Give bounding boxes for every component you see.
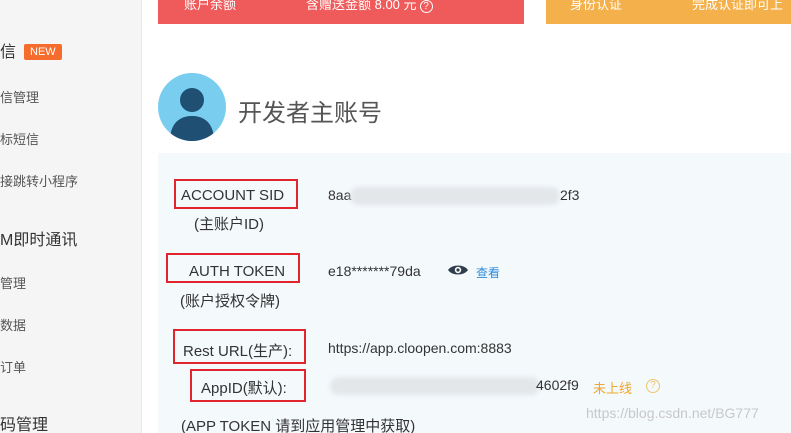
help-icon[interactable]: ?: [419, 0, 433, 13]
sidebar-section-sms-title: 信: [0, 44, 17, 61]
auth-token-sublabel: (账户授权令牌): [180, 293, 280, 310]
sidebar-item-im-data[interactable]: 数据: [0, 315, 26, 334]
help-icon[interactable]: ?: [646, 379, 660, 393]
sidebar-item-target-sms[interactable]: 标短信: [0, 129, 39, 148]
rest-url-value: https://app.cloopen.com:8883: [328, 340, 512, 356]
appid-redacted: [330, 377, 540, 395]
identity-label[interactable]: 身份认证: [570, 0, 622, 13]
auth-token-value: e18*******79da: [328, 263, 421, 279]
new-badge: NEW: [24, 44, 62, 60]
appid-label: AppID(默认):: [201, 380, 287, 397]
sidebar-section-im[interactable]: M即时通讯: [0, 226, 77, 250]
eye-icon[interactable]: [447, 263, 469, 277]
gift-balance-text: 含赠送金额 8.00 元: [306, 0, 417, 12]
balance-banner: 账户余额 含赠送金额 8.00 元?: [158, 0, 524, 24]
sidebar-item-im-orders[interactable]: 订单: [0, 357, 26, 376]
avatar: [158, 73, 226, 141]
user-icon: [170, 88, 214, 141]
identity-banner: 身份认证 完成认证即可上: [546, 0, 791, 24]
account-sid-sublabel: (主账户ID): [194, 216, 264, 233]
balance-label: 账户余额: [184, 0, 237, 12]
sidebar-section-code[interactable]: 码管理: [0, 411, 48, 433]
view-token-link[interactable]: 查看: [476, 264, 500, 281]
sidebar: 信 NEW 信管理 标短信 接跳转小程序 M即时通讯 管理 数据 订单 码管理: [0, 0, 142, 433]
gift-balance: 含赠送金额 8.00 元?: [306, 0, 433, 13]
account-sid-prefix: 8aa: [328, 187, 352, 203]
account-sid-label: ACCOUNT SID: [181, 187, 285, 204]
sidebar-item-im-manage[interactable]: 管理: [0, 273, 26, 292]
watermark: https://blog.csdn.net/BG777: [586, 405, 759, 421]
identity-hint: 完成认证即可上: [692, 0, 784, 12]
sidebar-item-sms-manage[interactable]: 信管理: [0, 87, 39, 106]
page-title: 开发者主账号: [238, 99, 382, 127]
sidebar-section-sms[interactable]: 信 NEW: [0, 38, 62, 62]
appid-status: 未上线: [593, 381, 633, 396]
app-token-note: (APP TOKEN 请到应用管理中获取): [181, 418, 416, 433]
account-sid-redacted: [350, 187, 560, 205]
rest-url-label: Rest URL(生产):: [183, 343, 293, 360]
account-sid-suffix: 2f3: [560, 187, 580, 203]
sidebar-item-mini-program[interactable]: 接跳转小程序: [0, 171, 78, 190]
auth-token-label: AUTH TOKEN: [189, 263, 286, 280]
appid-suffix: 4602f9: [536, 377, 579, 393]
